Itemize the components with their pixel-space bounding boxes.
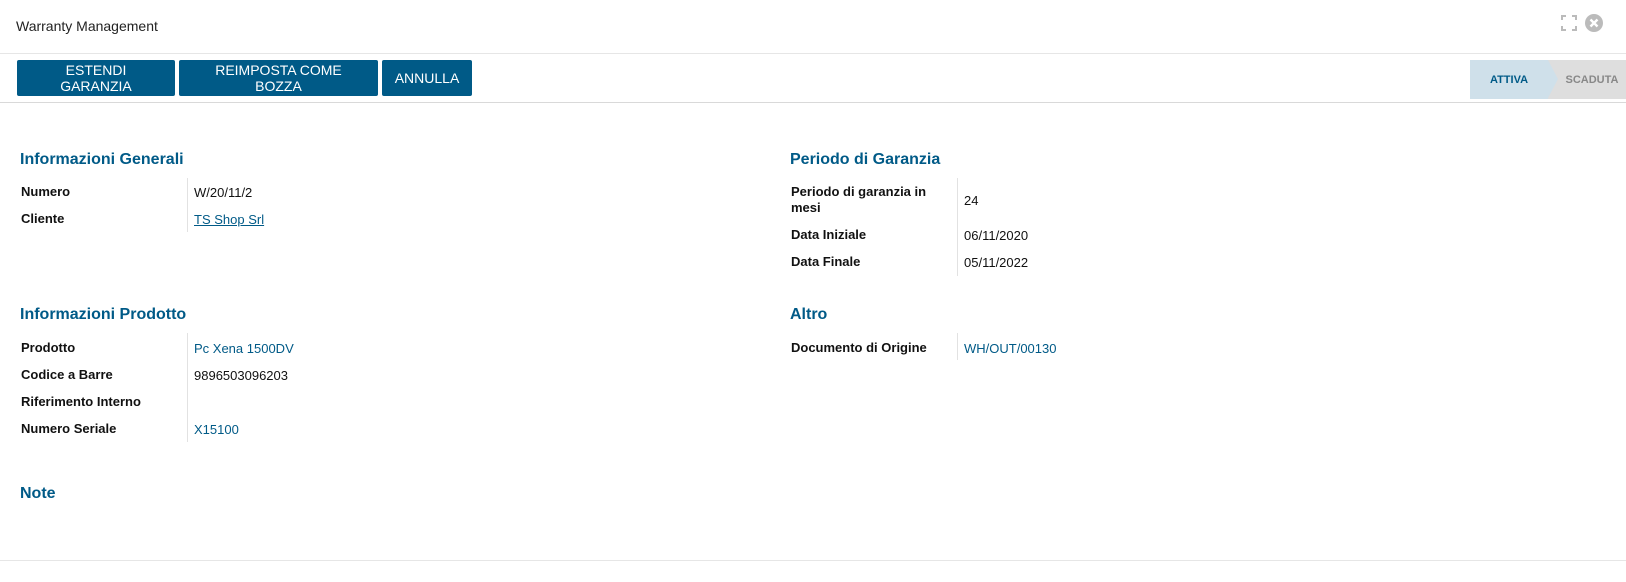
barcode-label: Codice a Barre — [21, 367, 113, 382]
origin-doc-link[interactable]: WH/OUT/00130 — [964, 341, 1056, 356]
section-period-title: Periodo di Garanzia — [790, 151, 941, 168]
divider — [187, 178, 188, 232]
close-icon[interactable] — [1584, 13, 1604, 38]
cancel-button[interactable]: ANNULLA — [382, 60, 472, 96]
status-stage-active[interactable]: ATTIVA — [1470, 60, 1558, 99]
dialog-header: Warranty Management — [0, 0, 1626, 54]
start-date-label: Data Iniziale — [791, 227, 867, 242]
extend-warranty-button[interactable]: ESTENDI GARANZIA — [17, 60, 175, 96]
reset-to-draft-button[interactable]: REIMPOSTA COME BOZZA — [179, 60, 378, 96]
start-date-value: 06/11/2020 — [964, 228, 1029, 243]
months-value: 24 — [964, 193, 979, 208]
prodotto-link[interactable]: Pc Xena 1500DV — [194, 341, 294, 356]
end-date-label: Data Finale — [791, 254, 861, 269]
section-general-title: Informazioni Generali — [20, 151, 184, 168]
serial-link[interactable]: X15100 — [194, 422, 239, 437]
months-label: Periodo di garanzia in mesi — [791, 184, 927, 215]
window-controls — [1560, 13, 1604, 38]
footer-divider — [0, 560, 1626, 561]
status-stage-expired[interactable]: SCADUTA — [1548, 60, 1626, 99]
divider — [957, 178, 958, 276]
internal-ref-label: Riferimento Interno — [21, 394, 141, 409]
numero-value: W/20/11/2 — [194, 185, 253, 200]
end-date-value: 05/11/2022 — [964, 255, 1029, 270]
numero-label: Numero — [21, 184, 71, 199]
section-notes-title: Note — [20, 485, 56, 502]
dialog-title: Warranty Management — [16, 18, 158, 34]
divider — [187, 333, 188, 442]
status-bar: ATTIVA SCADUTA — [1470, 60, 1626, 99]
cliente-link[interactable]: TS Shop Srl — [194, 212, 264, 227]
action-toolbar: ESTENDI GARANZIA REIMPOSTA COME BOZZA AN… — [0, 55, 1626, 103]
cliente-label: Cliente — [21, 211, 65, 226]
expand-icon[interactable] — [1560, 14, 1578, 37]
barcode-value: 9896503096203 — [194, 368, 288, 383]
origin-doc-label: Documento di Origine — [791, 340, 927, 355]
serial-label: Numero Seriale — [21, 421, 117, 436]
section-other-title: Altro — [790, 306, 828, 323]
divider — [957, 333, 958, 360]
section-product-title: Informazioni Prodotto — [20, 306, 187, 323]
prodotto-label: Prodotto — [21, 340, 76, 355]
